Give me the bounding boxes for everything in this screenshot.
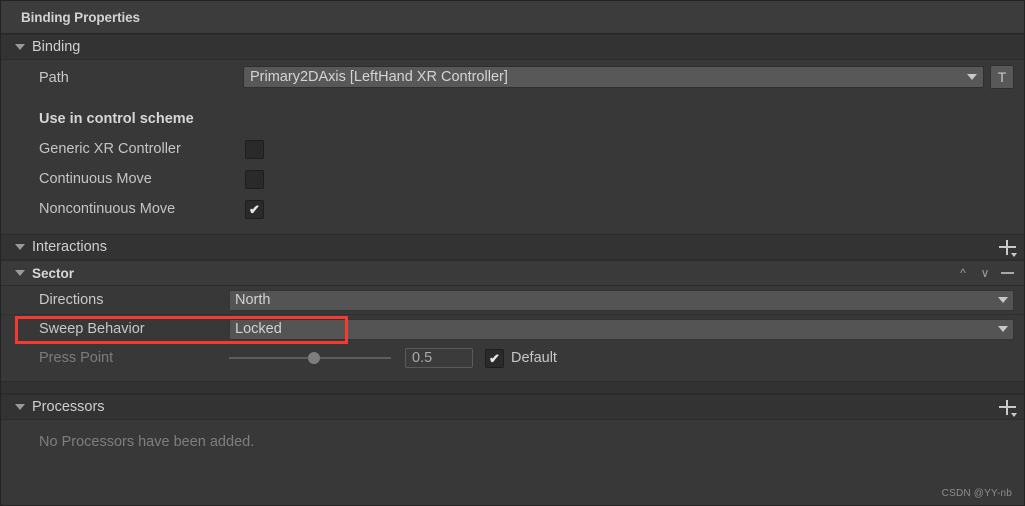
press-point-value: 0.5: [412, 350, 433, 366]
plus-icon: [998, 239, 1017, 257]
control-scheme-label: Generic XR Controller: [39, 141, 181, 157]
control-scheme-label: Continuous Move: [39, 171, 152, 187]
path-label-col: Path: [15, 69, 243, 86]
checkmark-icon: ✔: [249, 201, 260, 217]
section-title-sector: Sector: [32, 265, 75, 281]
spacer: [1, 94, 1024, 104]
control-scheme-row-noncontinuous-move[interactable]: Noncontinuous Move ✔: [1, 194, 1024, 224]
sweep-behavior-dropdown[interactable]: Locked: [229, 318, 1014, 340]
chevron-down-icon[interactable]: [967, 74, 977, 80]
chevron-down-icon[interactable]: [998, 326, 1008, 332]
spacer: [1, 373, 1024, 381]
section-title-binding: Binding: [32, 39, 81, 55]
triangle-down-icon[interactable]: [15, 270, 25, 276]
chevron-down-icon[interactable]: [998, 297, 1008, 303]
path-value: Primary2DAxis [LeftHand XR Controller]: [250, 69, 508, 85]
checkbox-noncontinuous-move[interactable]: ✔: [245, 199, 264, 219]
control-scheme-label: Noncontinuous Move: [39, 201, 176, 217]
control-scheme-row-generic-xr-controller[interactable]: Generic XR Controller: [1, 134, 1024, 164]
section-title-interactions: Interactions: [32, 239, 107, 255]
section-header-processors[interactable]: Processors: [1, 394, 1024, 420]
checkbox-continuous-move[interactable]: [245, 169, 264, 189]
processors-empty-message: No Processors have been added.: [39, 434, 255, 450]
directions-row: Directions North: [1, 286, 1024, 314]
control-scheme-title: Use in control scheme: [39, 111, 194, 127]
press-point-value-field[interactable]: 0.5: [405, 348, 473, 368]
section-gap: [1, 381, 1024, 394]
chevron-up-icon: ^: [960, 266, 966, 280]
directions-value: North: [235, 292, 271, 308]
chevron-down-icon: ∨: [980, 266, 990, 280]
spacer: [1, 224, 1024, 234]
path-label: Path: [39, 69, 69, 86]
add-interaction-button[interactable]: [996, 237, 1018, 257]
section-header-interactions[interactable]: Interactions: [1, 234, 1024, 260]
triangle-down-icon[interactable]: [15, 244, 25, 250]
window-title: Binding Properties: [21, 9, 140, 25]
move-sector-down-button[interactable]: ∨: [974, 263, 996, 283]
plus-icon: [998, 399, 1017, 417]
sweep-behavior-value: Locked: [235, 321, 282, 337]
default-label: Default: [511, 350, 557, 366]
directions-label: Directions: [39, 292, 104, 308]
sector-section-body: Directions North Sweep Behavior Locked P…: [1, 286, 1024, 381]
triangle-down-icon[interactable]: [15, 404, 25, 410]
press-point-default-toggle[interactable]: ✔ Default: [485, 348, 557, 368]
minus-icon: [1000, 272, 1014, 274]
move-sector-up-button[interactable]: ^: [952, 263, 974, 283]
sweep-behavior-row: Sweep Behavior Locked: [1, 315, 1024, 343]
remove-sector-button[interactable]: [996, 263, 1018, 283]
sweep-behavior-label: Sweep Behavior: [39, 321, 145, 337]
control-scheme-row-continuous-move[interactable]: Continuous Move: [1, 164, 1024, 194]
directions-dropdown[interactable]: North: [229, 289, 1014, 311]
processors-section-body: No Processors have been added.: [1, 420, 1024, 486]
watermark: CSDN @YY-nb: [941, 488, 1012, 499]
add-processor-button[interactable]: [996, 397, 1018, 417]
press-point-row: Press Point 0.5 ✔ Default: [1, 343, 1024, 373]
checkbox-default[interactable]: ✔: [485, 348, 504, 368]
caret-down-icon: [1010, 412, 1017, 417]
press-point-label: Press Point: [39, 350, 114, 366]
section-header-sector[interactable]: Sector ^ ∨: [1, 260, 1024, 286]
section-header-binding[interactable]: Binding: [1, 34, 1024, 60]
path-dropdown[interactable]: Primary2DAxis [LeftHand XR Controller]: [243, 66, 984, 88]
binding-properties-panel: Binding Properties Binding Path Primary2…: [0, 0, 1025, 506]
press-point-slider[interactable]: [229, 348, 399, 368]
checkmark-icon: ✔: [489, 350, 500, 366]
triangle-down-icon[interactable]: [15, 44, 25, 50]
checkbox-generic-xr-controller[interactable]: [245, 139, 264, 159]
slider-handle[interactable]: [308, 352, 320, 364]
path-row: Path Primary2DAxis [LeftHand XR Controll…: [1, 60, 1024, 94]
caret-down-icon: [1010, 252, 1017, 257]
section-title-processors: Processors: [32, 399, 105, 415]
path-text-mode-button[interactable]: T: [990, 65, 1014, 89]
binding-section-body: Path Primary2DAxis [LeftHand XR Controll…: [1, 60, 1024, 234]
window-titlebar: Binding Properties: [1, 1, 1024, 34]
t-button-label: T: [997, 69, 1007, 85]
